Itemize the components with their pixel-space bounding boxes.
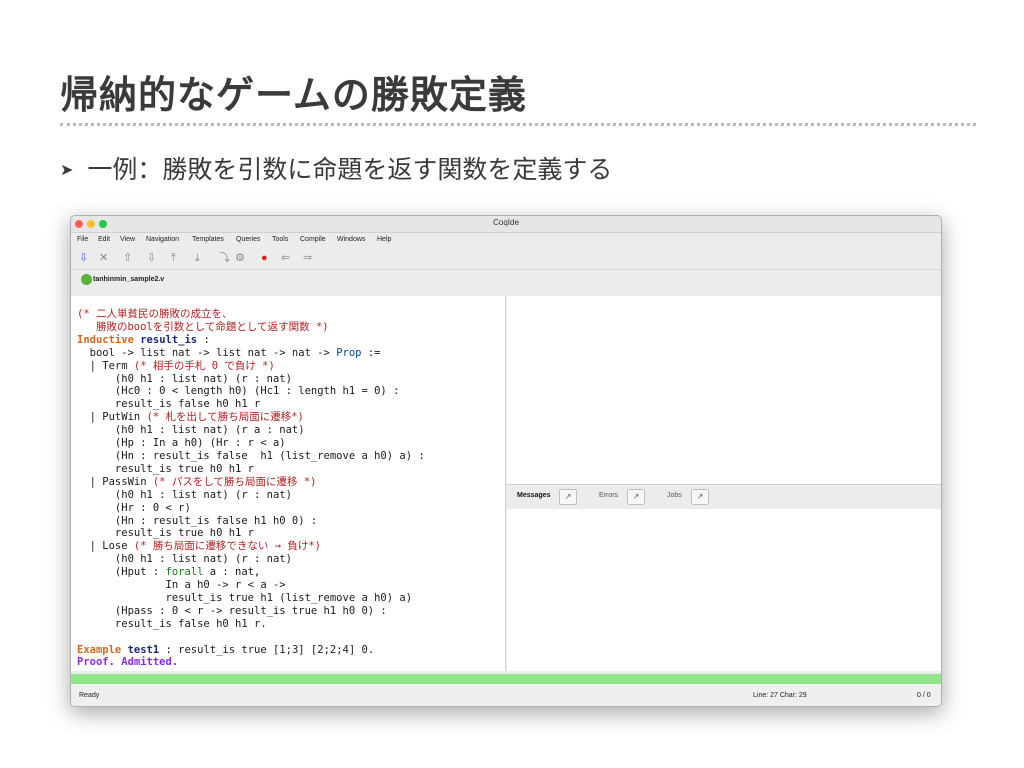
- code-line: :=: [361, 346, 381, 359]
- forall-keyword: forall: [165, 566, 204, 579]
- cursor-position: Line: 27 Char: 29: [753, 692, 807, 699]
- menu-edit[interactable]: Edit: [98, 236, 110, 243]
- menu-tools[interactable]: Tools: [272, 236, 288, 243]
- processed-progress-bar: [71, 674, 941, 684]
- window-title: CoqIde: [493, 218, 519, 227]
- messages-pane[interactable]: [507, 509, 941, 671]
- code-line: (Hp : In a h0) (Hr : r < a): [77, 437, 286, 450]
- ready-ball-icon: [81, 273, 92, 285]
- code-line: (Hpass : 0 < r -> result_is true h1 h0 0…: [77, 604, 387, 617]
- menu-compile[interactable]: Compile: [300, 236, 326, 243]
- menu-file[interactable]: File: [77, 236, 88, 243]
- code-line: result_is true h0 h1 r: [77, 462, 255, 475]
- go-bottom-icon[interactable]: ⤓: [195, 252, 200, 264]
- message-tabs: Messages ↗ Errors ↗ Jobs ↗: [507, 484, 941, 510]
- code-line: (Hn : result_is false h1 (list_remove a …: [77, 449, 425, 462]
- menu-templates[interactable]: Templates: [192, 236, 224, 243]
- code-line: a : nat,: [203, 566, 261, 579]
- code-line: (h0 h1 : list nat) (r : nat): [77, 553, 292, 566]
- comment: (* 札を出して勝ち局面に遷移*): [146, 411, 304, 424]
- detach-messages-icon[interactable]: ↗: [559, 489, 577, 505]
- identifier: test1: [127, 643, 160, 656]
- script-editor[interactable]: (* 二人単貧民の勝敗の成立を、 勝敗のboolを引数として命題として返す関数 …: [71, 296, 506, 671]
- tab-file[interactable]: tanhinmin_sample2.v: [81, 273, 164, 287]
- menu-navigation[interactable]: Navigation: [146, 236, 179, 243]
- step-back-icon[interactable]: ⇩: [147, 252, 156, 264]
- code-line: | PassWin: [77, 475, 153, 488]
- code-line: (Hr : 0 < r): [77, 501, 191, 514]
- menu-windows[interactable]: Windows: [337, 236, 365, 243]
- comment: (* 勝ち局面に遷移できない → 負け*): [133, 540, 321, 553]
- code-line: (h0 h1 : list nat) (r : nat): [77, 372, 292, 385]
- find-icon[interactable]: ⚙: [235, 252, 245, 264]
- close-icon[interactable]: ✕: [99, 252, 108, 264]
- coqide-window: CoqIde File Edit View Navigation Templat…: [70, 215, 942, 707]
- code-line: | Lose: [77, 540, 134, 553]
- menu-bar: File Edit View Navigation Templates Quer…: [71, 233, 941, 247]
- menu-help[interactable]: Help: [377, 236, 391, 243]
- go-top-icon[interactable]: ⤒: [171, 252, 176, 264]
- code-line: (h0 h1 : list nat) (r a : nat): [77, 424, 305, 437]
- tab-errors[interactable]: Errors: [599, 492, 618, 499]
- code-line: (Hn : result_is false h1 h0 0) :: [77, 514, 318, 527]
- detach-jobs-icon[interactable]: ↗: [691, 489, 709, 505]
- dotted-divider: [60, 123, 976, 126]
- bullet-text: 一例：勝敗を引数に命題を返す関数を定義する: [87, 155, 613, 184]
- next-icon[interactable]: ⇒: [303, 252, 312, 264]
- comment: (* パスをして勝ち局面に遷移 *): [152, 475, 317, 488]
- code-line: | Term: [77, 359, 134, 372]
- keyword: Inductive: [77, 333, 134, 346]
- code-line: (Hc0 : 0 < length h0) (Hc1 : length h1 =…: [77, 385, 400, 398]
- code-line: :: [197, 333, 210, 346]
- tab-bar: tanhinmin_sample2.v: [71, 270, 941, 290]
- code-line: In a h0 -> r < a ->: [77, 579, 286, 592]
- error-count: 0 / 0: [917, 692, 931, 699]
- code-line: result_is false h0 h1 r.: [77, 617, 267, 630]
- type: Prop: [336, 346, 362, 359]
- code-line: bool -> list nat -> list nat -> nat ->: [77, 346, 337, 359]
- status-ready: Ready: [79, 692, 100, 699]
- status-bar: Ready Line: 27 Char: 29 0 / 0: [71, 684, 941, 706]
- code-text: (* 二人単貧民の勝敗の成立を、 勝敗のboolを引数として命題として返す関数 …: [77, 308, 425, 669]
- toolbar: ⇩ ✕ ⇧ ⇩ ⤒ ⤓ ⤵ ⚙ ● ⇐ ⇒: [71, 247, 941, 270]
- save-icon[interactable]: ⇩: [79, 252, 88, 264]
- tab-jobs[interactable]: Jobs: [667, 492, 682, 499]
- code-line: result_is true h0 h1 r: [77, 527, 255, 540]
- jump-cursor-icon[interactable]: ⤵: [219, 252, 230, 264]
- comment: (* 二人単貧民の勝敗の成立を、: [77, 308, 233, 320]
- code-line: | PutWin: [77, 411, 147, 424]
- previous-icon[interactable]: ⇐: [281, 252, 290, 264]
- code-line: : result_is true [1;3] [2;2;4] 0.: [159, 643, 375, 656]
- menu-queries[interactable]: Queries: [236, 236, 261, 243]
- menu-view[interactable]: View: [120, 236, 135, 243]
- keyword: Example: [77, 643, 122, 656]
- goals-pane[interactable]: [507, 296, 941, 484]
- interrupt-icon[interactable]: ●: [261, 252, 268, 264]
- tab-messages[interactable]: Messages: [517, 492, 550, 499]
- proof-keyword: Proof. Admitted.: [77, 656, 179, 669]
- code-line: (h0 h1 : list nat) (r : nat): [77, 488, 292, 501]
- code-line: result_is false h0 h1 r: [77, 398, 261, 411]
- comment: (* 相手の手札 0 で負け *): [133, 359, 275, 372]
- bullet-arrow-icon: ➤: [60, 160, 74, 179]
- title-bar: CoqIde: [71, 216, 941, 233]
- step-up-icon[interactable]: ⇧: [123, 252, 132, 264]
- code-line: (Hput :: [77, 566, 166, 579]
- code-line: result_is true h1 (list_remove a h0) a): [77, 591, 413, 604]
- identifier: result_is: [140, 333, 198, 346]
- detach-errors-icon[interactable]: ↗: [627, 489, 645, 505]
- comment: 勝敗のboolを引数として命題として返す関数 *): [77, 320, 329, 333]
- bullet-item: ➤ 一例：勝敗を引数に命題を返す関数を定義する: [60, 150, 612, 186]
- tab-label: tanhinmin_sample2.v: [93, 276, 165, 283]
- slide-title: 帰納的なゲームの勝敗定義: [60, 73, 527, 117]
